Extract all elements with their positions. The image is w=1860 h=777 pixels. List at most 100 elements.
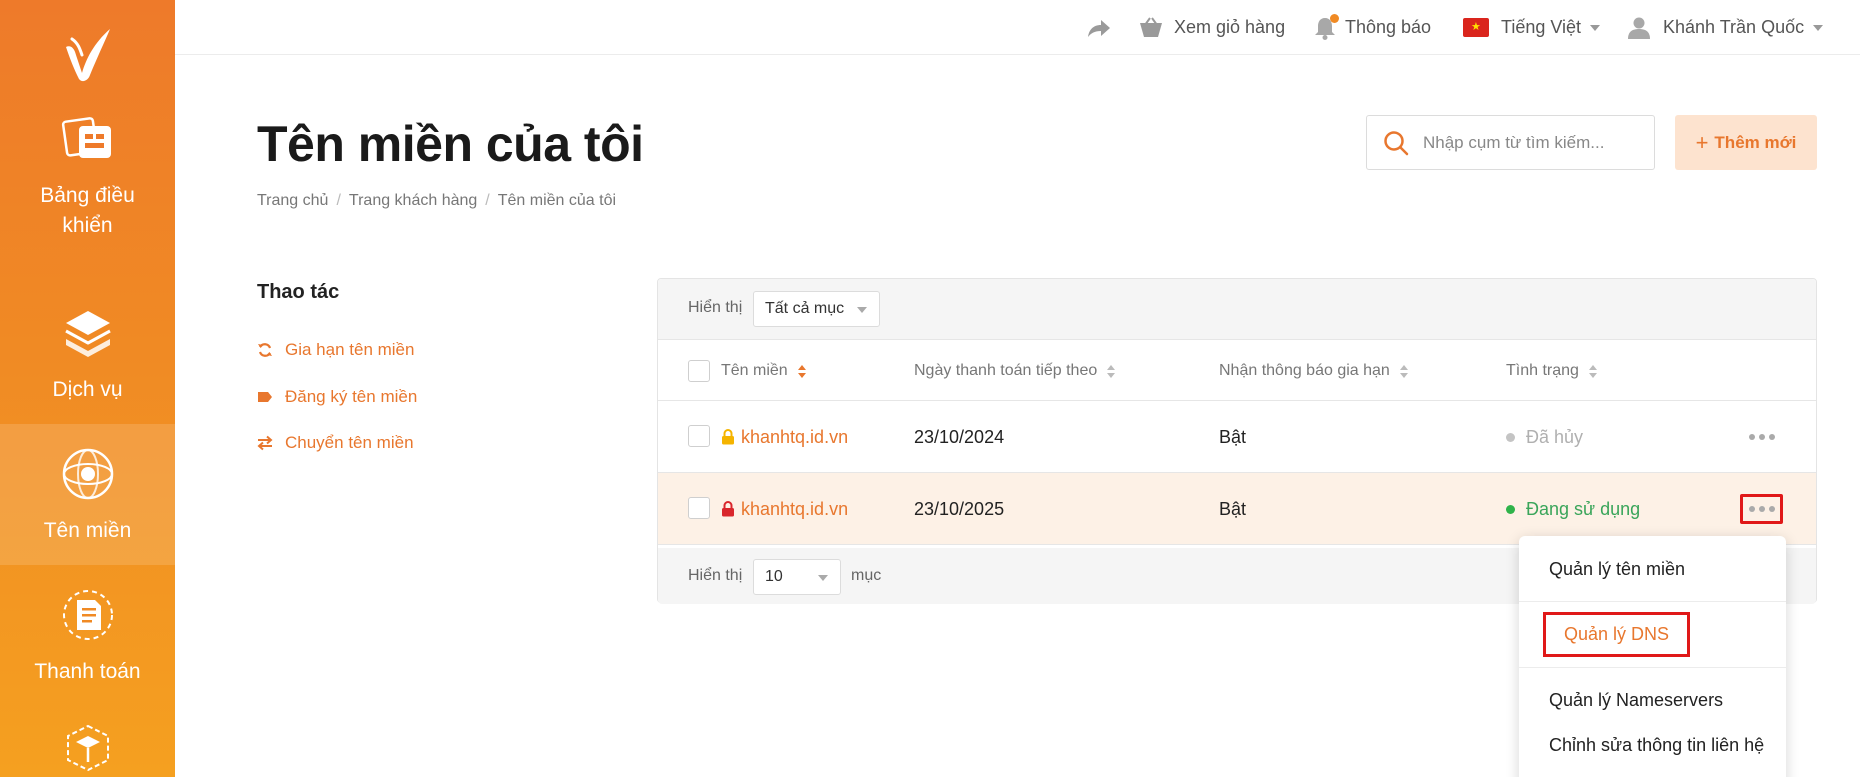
row-checkbox[interactable] bbox=[688, 497, 710, 519]
row-actions-menu: Quản lý tên miền Quản lý DNS Quản lý Nam… bbox=[1519, 536, 1786, 777]
status-dot bbox=[1506, 432, 1515, 442]
share-icon bbox=[1088, 19, 1110, 37]
sidebar-item-domains[interactable]: Tên miền bbox=[0, 424, 175, 565]
menu-divider bbox=[1519, 667, 1786, 668]
sidebar-item-dashboard[interactable]: Bảng điều khiển bbox=[0, 104, 175, 245]
column-label: Tình trạng bbox=[1506, 362, 1579, 379]
sort-icon bbox=[1588, 364, 1597, 378]
status-cell: Đã hủy bbox=[1506, 401, 1583, 473]
action-label: Đăng ký tên miền bbox=[285, 387, 418, 406]
chevron-down-icon bbox=[857, 307, 867, 313]
user-menu[interactable]: Khánh Trần Quốc bbox=[1627, 0, 1824, 55]
lock-yellow-icon bbox=[722, 429, 734, 445]
cart-icon bbox=[1140, 16, 1162, 37]
menu-item-edit-contact[interactable]: Chỉnh sửa thông tin liên hệ bbox=[1549, 735, 1764, 756]
breadcrumb-client-area[interactable]: Trang khách hàng bbox=[349, 192, 477, 210]
sidebar-item-label: Bảng điều khiển bbox=[40, 183, 135, 237]
column-status[interactable]: Tình trạng bbox=[1506, 341, 1597, 401]
page-size-unit: mục bbox=[851, 567, 882, 584]
column-renewal-notice[interactable]: Nhận thông báo gia hạn bbox=[1219, 341, 1408, 401]
action-label: Gia hạn tên miền bbox=[285, 340, 415, 359]
column-label: Ngày thanh toán tiếp theo bbox=[914, 362, 1098, 379]
sidebar-item-label: Dịch vụ bbox=[52, 377, 123, 401]
vietnam-flag-icon: ★ bbox=[1463, 18, 1489, 37]
action-register-domain[interactable]: Đăng ký tên miền bbox=[257, 385, 417, 409]
cart-label: Xem giỏ hàng bbox=[1174, 17, 1286, 37]
breadcrumb-separator: / bbox=[336, 192, 341, 209]
layers-icon bbox=[58, 303, 118, 363]
check-logo-icon[interactable] bbox=[0, 20, 175, 90]
sort-icon bbox=[1399, 364, 1408, 378]
notification-dot bbox=[1330, 13, 1339, 23]
breadcrumb-home[interactable]: Trang chủ bbox=[257, 192, 328, 210]
user-name: Khánh Trần Quốc bbox=[1663, 17, 1805, 37]
status-text: Đã hủy bbox=[1526, 426, 1584, 447]
status-text: Đang sử dụng bbox=[1526, 498, 1641, 519]
share-button[interactable] bbox=[1087, 0, 1111, 55]
sidebar-item-services[interactable]: Dịch vụ bbox=[0, 283, 175, 424]
status-dot bbox=[1506, 504, 1515, 514]
user-icon bbox=[1628, 17, 1650, 39]
menu-item-manage-nameservers[interactable]: Quản lý Nameservers bbox=[1549, 690, 1723, 711]
select-all-checkbox[interactable] bbox=[688, 360, 710, 382]
topbar: Xem giỏ hàng Thông báo ★ Tiếng Việt Khán… bbox=[175, 0, 1860, 55]
action-transfer-domain[interactable]: Chuyển tên miền bbox=[257, 431, 414, 455]
domain-link[interactable]: khanhtq.id.vn bbox=[741, 427, 848, 448]
transfer-icon bbox=[257, 435, 273, 451]
next-payment-cell: 23/10/2025 bbox=[914, 498, 1005, 519]
column-domain[interactable]: Tên miền bbox=[721, 341, 806, 401]
table-toolbar: Hiển thị Tất cả mục bbox=[658, 279, 1816, 340]
renewal-notice-cell: Bật bbox=[1219, 498, 1247, 519]
breadcrumb-current: Tên miền của tôi bbox=[497, 192, 617, 209]
row-checkbox[interactable] bbox=[688, 425, 710, 447]
search-input[interactable] bbox=[1423, 132, 1633, 153]
sidebar-item-label: Tên miền bbox=[43, 518, 132, 542]
action-label: Chuyển tên miền bbox=[285, 433, 414, 452]
language-label: Tiếng Việt bbox=[1501, 17, 1582, 37]
add-new-label: Thêm mới bbox=[1714, 132, 1797, 152]
sort-icon bbox=[797, 364, 806, 378]
add-new-button[interactable]: + Thêm mới bbox=[1675, 115, 1817, 170]
filter-value: Tất cả mục bbox=[765, 300, 845, 317]
table-row[interactable]: khanhtq.id.vn 23/10/2024 Bật Đã hủy bbox=[658, 401, 1816, 473]
table-row[interactable]: khanhtq.id.vn 23/10/2025 Bật Đang sử dụn… bbox=[658, 473, 1816, 545]
actions-title: Thao tác bbox=[257, 281, 340, 303]
page-size-value: 10 bbox=[765, 568, 783, 585]
next-payment-cell: 23/10/2024 bbox=[914, 426, 1005, 447]
refresh-icon bbox=[258, 343, 272, 357]
view-cart-link[interactable]: Xem giỏ hàng bbox=[1139, 0, 1285, 55]
status-cell: Đang sử dụng bbox=[1506, 473, 1640, 545]
notifications-link[interactable]: Thông báo bbox=[1314, 0, 1431, 55]
domain-cell: khanhtq.id.vn bbox=[721, 473, 848, 545]
action-renew-domain[interactable]: Gia hạn tên miền bbox=[257, 338, 414, 362]
globe-icon bbox=[58, 444, 118, 504]
domain-link[interactable]: khanhtq.id.vn bbox=[741, 499, 848, 520]
search-box bbox=[1366, 115, 1655, 170]
column-label: Nhận thông báo gia hạn bbox=[1219, 362, 1390, 379]
invoice-icon bbox=[58, 585, 118, 645]
page-size-label: Hiển thị bbox=[688, 567, 743, 584]
filter-select[interactable]: Tất cả mục bbox=[753, 291, 880, 327]
chevron-down-icon bbox=[818, 575, 828, 581]
lock-red-icon bbox=[722, 501, 734, 517]
chevron-down-icon bbox=[1813, 24, 1824, 31]
column-next-payment[interactable]: Ngày thanh toán tiếp theo bbox=[914, 341, 1116, 401]
page-title: Tên miền của tôi bbox=[257, 116, 644, 172]
row-actions-button[interactable] bbox=[1740, 494, 1783, 524]
search-icon bbox=[1384, 130, 1409, 155]
language-selector[interactable]: ★ Tiếng Việt bbox=[1463, 0, 1601, 55]
sidebar-item-more[interactable] bbox=[0, 706, 175, 777]
plus-icon: + bbox=[1695, 129, 1709, 155]
sidebar-item-billing[interactable]: Thanh toán bbox=[0, 565, 175, 706]
breadcrumb: Trang chủ / Trang khách hàng / Tên miền … bbox=[257, 192, 616, 210]
filter-label: Hiển thị bbox=[688, 299, 743, 316]
dashboard-icon bbox=[58, 109, 118, 169]
menu-item-manage-domain[interactable]: Quản lý tên miền bbox=[1549, 559, 1685, 580]
page-size-select[interactable]: 10 bbox=[753, 559, 841, 595]
menu-item-manage-dns[interactable]: Quản lý DNS bbox=[1543, 612, 1691, 657]
row-actions-button[interactable] bbox=[1740, 422, 1783, 452]
sort-icon bbox=[1107, 364, 1116, 378]
domain-cell: khanhtq.id.vn bbox=[721, 401, 848, 473]
chevron-down-icon bbox=[1590, 24, 1601, 31]
renewal-notice-cell: Bật bbox=[1219, 426, 1247, 447]
